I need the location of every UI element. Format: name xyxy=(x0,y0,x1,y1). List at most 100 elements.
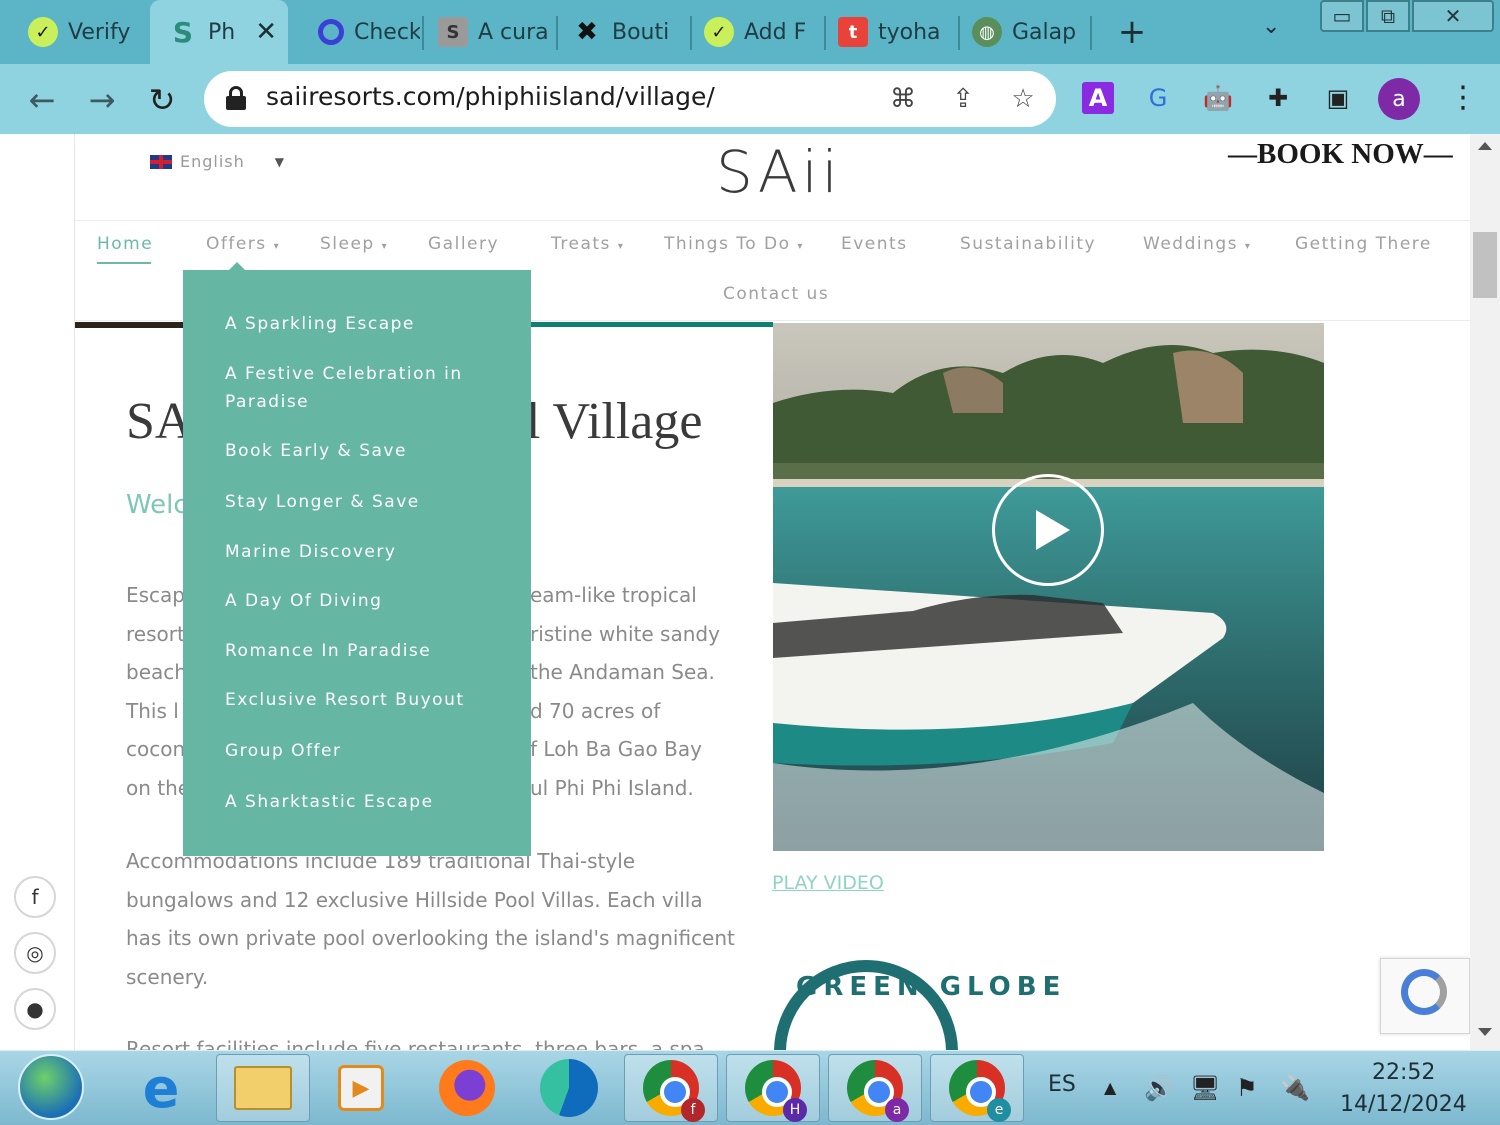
edge-icon[interactable] xyxy=(522,1054,616,1122)
tab-bouti[interactable]: ✖ Bouti xyxy=(558,0,688,64)
offer-item[interactable]: A Sparkling Escape xyxy=(225,310,515,338)
resort-video-thumbnail[interactable] xyxy=(773,323,1324,851)
chrome-icon: f xyxy=(643,1060,705,1122)
nav-things-to-do[interactable]: Things To Do ▾ xyxy=(664,234,804,254)
text-line: resort xyxy=(126,621,185,646)
nav-active-underline xyxy=(97,262,151,264)
chrome-profile-e-taskbar[interactable]: e xyxy=(930,1054,1024,1122)
volume-icon[interactable]: 🔊 xyxy=(1144,1074,1174,1102)
google-translate-extension-icon[interactable]: G xyxy=(1140,80,1176,116)
text-line: bungalows and 12 exclusive Hillside Pool… xyxy=(126,887,703,912)
tab-title: Ph xyxy=(208,19,236,45)
clock-time[interactable]: 22:52 xyxy=(1372,1060,1435,1085)
profile-avatar[interactable]: a xyxy=(1378,78,1420,120)
minimize-window-icon[interactable]: ▭ xyxy=(1320,0,1364,32)
robot-extension-icon[interactable]: 🤖 xyxy=(1200,80,1236,116)
language-selector[interactable]: English ▼ xyxy=(150,152,285,171)
browser-menu-icon[interactable]: ⋮ xyxy=(1448,80,1478,115)
offer-item[interactable]: Group Offer xyxy=(225,737,515,765)
tab-check[interactable]: Check xyxy=(290,0,420,64)
nav-treats[interactable]: Treats ▾ xyxy=(551,234,624,254)
web-page: English ▼ SAii —BOOK NOW— Home Offers ▾ … xyxy=(0,134,1470,1050)
extensions-puzzle-icon[interactable]: ✚ xyxy=(1260,80,1296,116)
language-label: English xyxy=(180,152,245,171)
nav-contact-us[interactable]: Contact us xyxy=(723,284,829,304)
offer-item[interactable]: A Day Of Diving xyxy=(225,587,515,615)
caret-down-icon: ▾ xyxy=(1244,241,1252,252)
back-arrow-icon[interactable]: ← xyxy=(20,78,64,122)
speedboat-image xyxy=(773,323,1324,851)
site-logo[interactable]: SAii xyxy=(716,138,842,206)
firefox-icon[interactable] xyxy=(420,1054,514,1122)
forward-arrow-icon[interactable]: → xyxy=(80,78,124,122)
nav-getting-there[interactable]: Getting There xyxy=(1295,234,1432,254)
chrome-profile-a-taskbar[interactable]: a xyxy=(828,1054,922,1122)
chrome-profile-h-taskbar[interactable]: H xyxy=(726,1054,820,1122)
nav-events[interactable]: Events xyxy=(841,234,908,254)
extension-a-icon[interactable]: A xyxy=(1082,82,1114,114)
tab-a-cura[interactable]: S A cura xyxy=(424,0,554,64)
chrome-profile-f-taskbar[interactable]: f xyxy=(624,1054,718,1122)
input-language-indicator[interactable]: ES xyxy=(1048,1072,1076,1097)
restore-window-icon[interactable]: ⧉ xyxy=(1366,0,1410,32)
recaptcha-badge[interactable] xyxy=(1380,958,1470,1034)
tab-title: A cura xyxy=(478,19,549,45)
offer-item[interactable]: Exclusive Resort Buyout xyxy=(225,686,515,714)
play-icon[interactable] xyxy=(1036,510,1070,550)
check-circle-icon: ✓ xyxy=(704,17,734,47)
tab-search-chevron-icon[interactable]: ⌄ xyxy=(1262,14,1280,39)
side-panel-icon[interactable]: ▣ xyxy=(1320,80,1356,116)
power-warning-icon[interactable]: 🔌 xyxy=(1280,1074,1310,1102)
text-line: the Andaman Sea. xyxy=(530,660,715,684)
tab-verify[interactable]: ✓ Verify xyxy=(0,0,148,64)
nav-sustainability[interactable]: Sustainability xyxy=(960,234,1096,254)
offer-item[interactable]: Book Early & Save xyxy=(225,437,515,465)
instagram-icon[interactable]: ◎ xyxy=(14,932,56,974)
facebook-icon[interactable]: f xyxy=(14,876,56,918)
offer-item[interactable]: Marine Discovery xyxy=(225,538,515,566)
offer-item[interactable]: Romance In Paradise xyxy=(225,637,515,665)
windows-start-icon[interactable] xyxy=(18,1054,84,1120)
media-player-icon[interactable]: ▶ xyxy=(314,1054,408,1122)
tab-galap[interactable]: ◍ Galap xyxy=(960,0,1090,64)
text-line: has its own private pool overlooking the… xyxy=(126,926,735,950)
folder-icon xyxy=(234,1066,292,1110)
play-video-link[interactable]: PLAY VIDEO xyxy=(772,872,884,894)
nav-gallery[interactable]: Gallery xyxy=(428,234,499,254)
new-tab-plus-icon[interactable]: + xyxy=(1112,10,1152,54)
book-now-button[interactable]: —BOOK NOW— xyxy=(1228,138,1453,171)
url-text[interactable]: saiiresorts.com/phiphiisland/village/ xyxy=(266,82,715,111)
nav-weddings[interactable]: Weddings ▾ xyxy=(1143,234,1251,254)
reload-icon[interactable]: ↻ xyxy=(140,78,184,122)
profile-badge: f xyxy=(681,1098,705,1122)
share-icon[interactable]: ⇪ xyxy=(946,82,980,116)
profile-badge: H xyxy=(783,1098,807,1122)
tab-title: tyoha xyxy=(878,19,941,45)
action-center-flag-icon[interactable]: ⚑ xyxy=(1236,1074,1258,1102)
file-explorer-icon[interactable] xyxy=(216,1054,310,1122)
scroll-down-arrow-icon[interactable] xyxy=(1478,1028,1492,1036)
close-tab-icon[interactable]: ✕ xyxy=(255,17,277,47)
lock-icon[interactable] xyxy=(226,86,246,110)
internet-explorer-icon[interactable]: e xyxy=(114,1054,208,1122)
scroll-up-arrow-icon[interactable] xyxy=(1478,142,1492,150)
tab-phiphi-active[interactable]: S Ph ✕ xyxy=(150,0,288,64)
network-icon[interactable]: 🖥 xyxy=(1190,1074,1220,1102)
clock-date[interactable]: 14/12/2024 xyxy=(1340,1092,1467,1117)
show-hidden-icons-icon[interactable]: ▲ xyxy=(1104,1078,1116,1097)
nav-home[interactable]: Home xyxy=(97,234,153,254)
close-window-icon[interactable]: ✕ xyxy=(1412,0,1494,32)
offer-item[interactable]: Stay Longer & Save xyxy=(225,488,515,516)
line-chat-icon[interactable]: ● xyxy=(14,988,56,1030)
tab-add[interactable]: ✓ Add F xyxy=(692,0,822,64)
profile-badge: a xyxy=(885,1098,909,1122)
translate-page-icon[interactable]: ⌘ xyxy=(886,82,920,116)
scrollbar-thumb[interactable] xyxy=(1473,232,1497,298)
offer-item[interactable]: A Festive Celebration in Paradise xyxy=(225,360,515,416)
tab-tyoha[interactable]: t tyoha xyxy=(826,0,956,64)
nav-offers[interactable]: Offers ▾ xyxy=(206,234,280,254)
bookmark-star-icon[interactable]: ☆ xyxy=(1006,82,1040,116)
nav-sleep[interactable]: Sleep ▾ xyxy=(320,234,388,254)
offer-item[interactable]: A Sharktastic Escape xyxy=(225,788,515,816)
tab-separator xyxy=(1090,16,1092,50)
